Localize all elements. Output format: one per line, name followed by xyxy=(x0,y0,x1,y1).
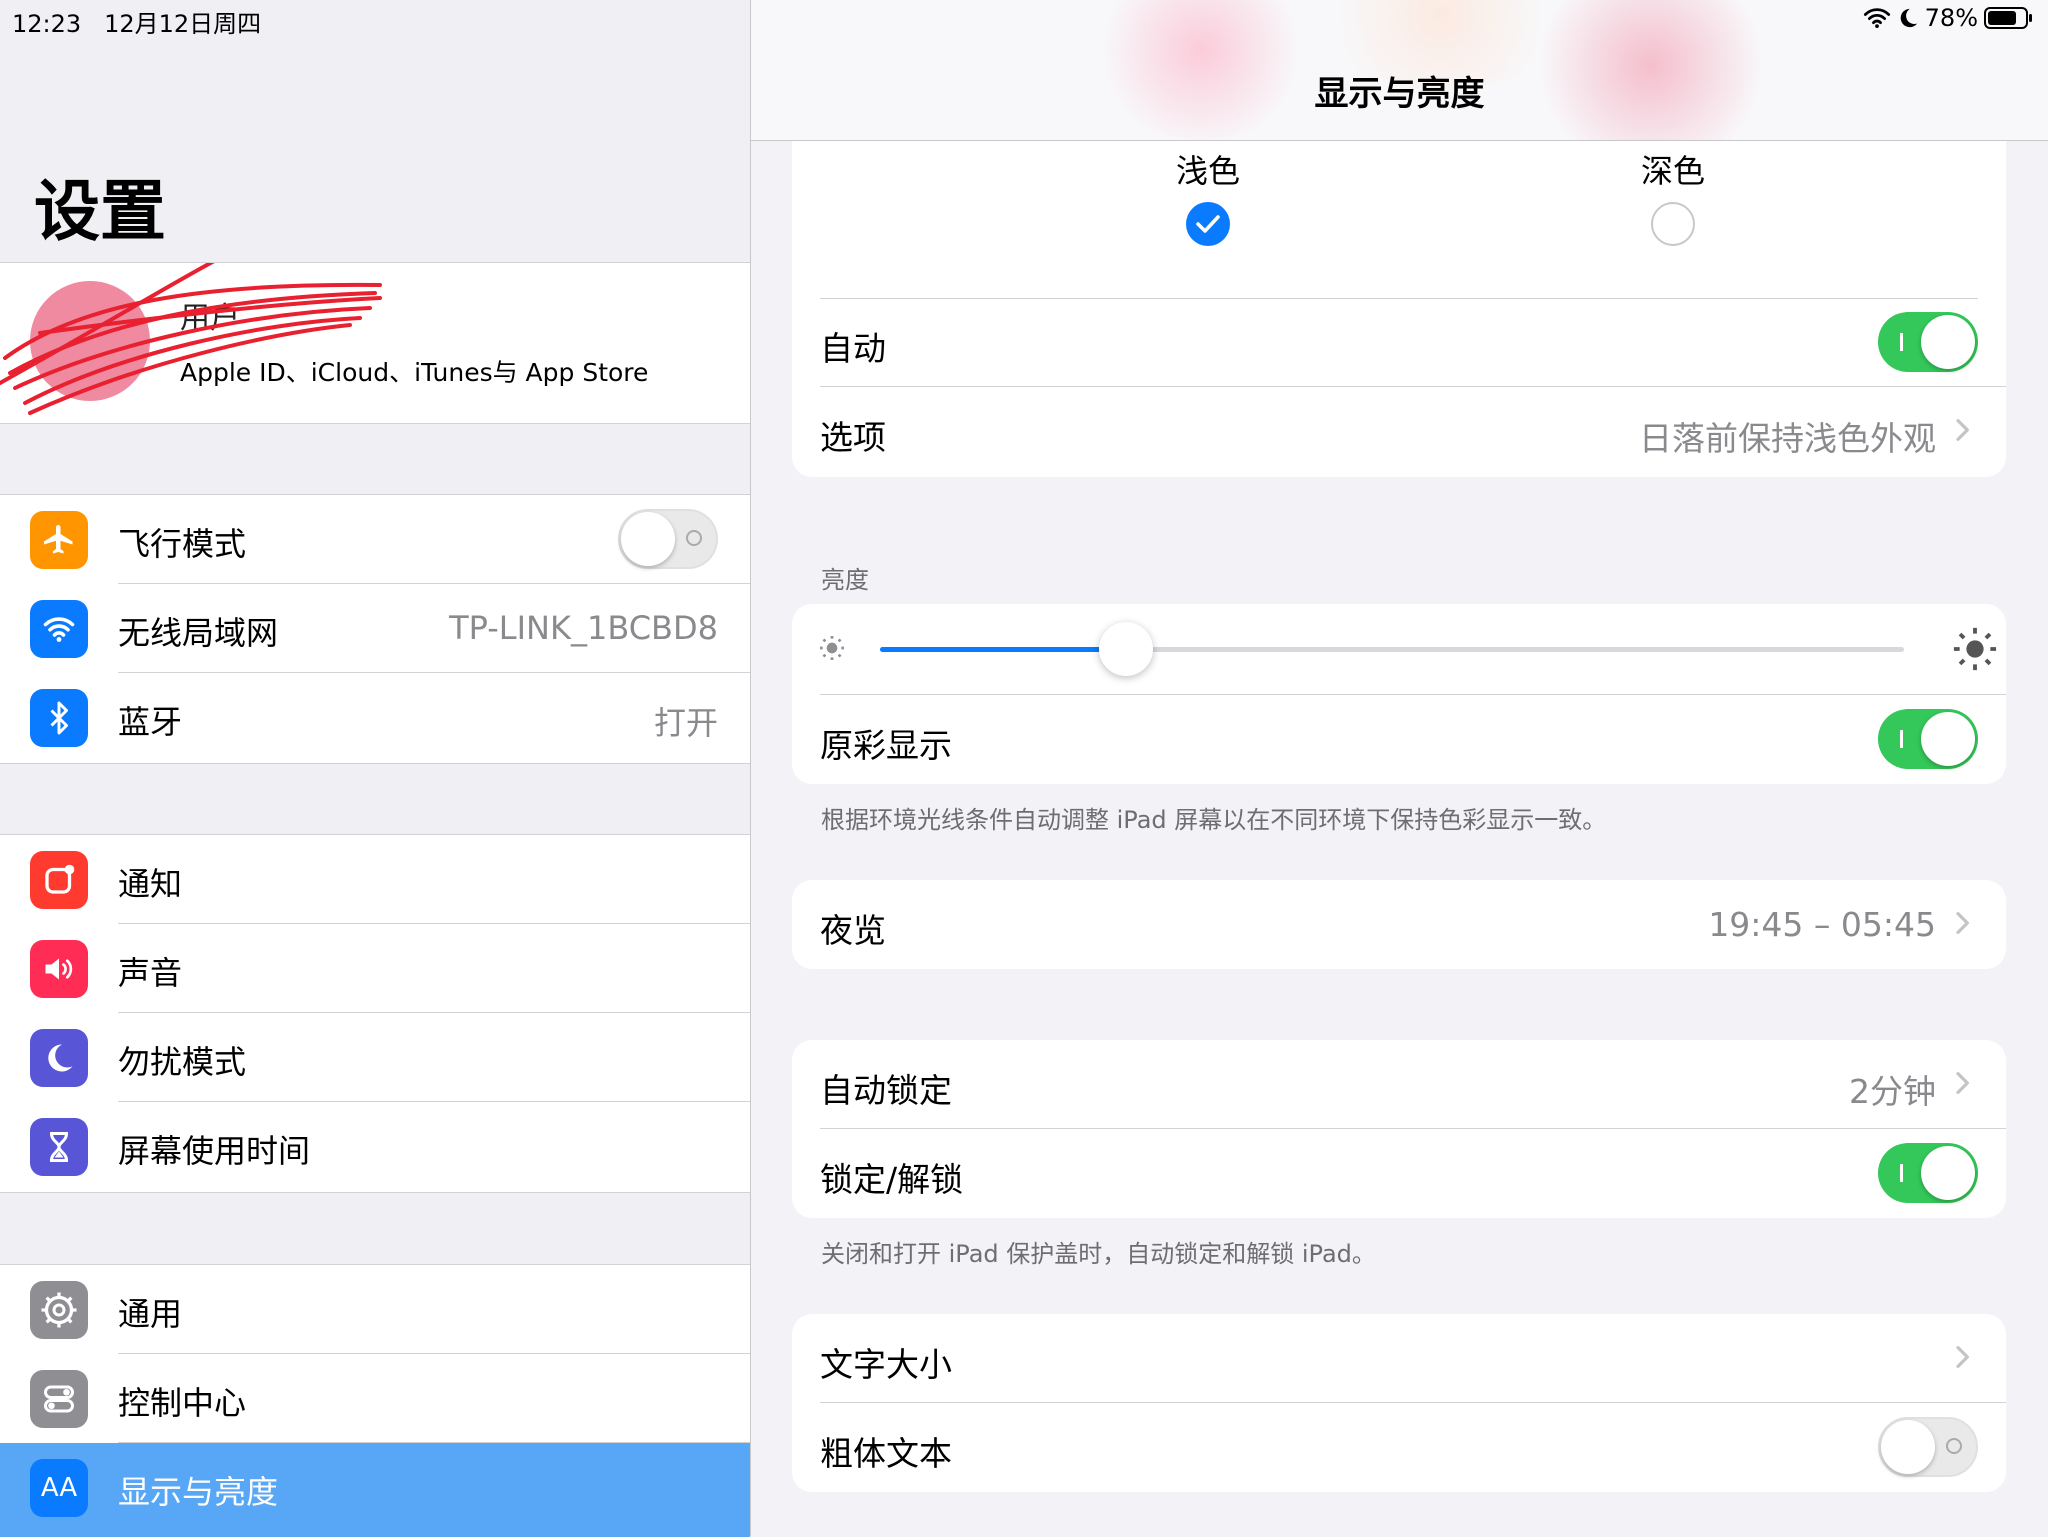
status-indicators: 78% xyxy=(1863,4,2034,32)
wifi-status-icon xyxy=(1863,8,1890,29)
bluetooth-icon xyxy=(30,689,88,747)
sidebar-item-label: 勿扰模式 xyxy=(118,1043,247,1081)
gear-icon xyxy=(30,1281,88,1339)
auto-appearance-toggle[interactable] xyxy=(1878,312,1978,372)
true-tone-caption: 根据环境光线条件自动调整 iPad 屏幕以在不同环境下保持色彩显示一致。 xyxy=(821,806,1607,834)
sidebar-item-label: 通知 xyxy=(118,865,183,903)
nav-title: 显示与亮度 xyxy=(1314,74,1485,114)
checkmark-icon xyxy=(1196,215,1220,233)
true-tone-row: 原彩显示 xyxy=(792,695,2006,784)
text-card: 文字大小 粗体文本 xyxy=(792,1314,2006,1492)
text-size-label: 文字大小 xyxy=(820,1345,952,1384)
bluetooth-status: 打开 xyxy=(653,704,718,742)
chevron-right-icon xyxy=(1956,419,1969,441)
text-size-row[interactable]: 文字大小 xyxy=(792,1314,2006,1403)
bold-text-row: 粗体文本 xyxy=(792,1403,2006,1492)
true-tone-toggle[interactable] xyxy=(1878,709,1978,769)
sidebar-item-notifications[interactable]: 通知 xyxy=(0,835,750,924)
control-center-icon xyxy=(30,1370,88,1428)
sidebar-item-airplane[interactable]: 飞行模式 xyxy=(0,495,750,584)
chevron-right-icon xyxy=(1956,912,1969,934)
sidebar-item-label: 飞行模式 xyxy=(118,525,247,563)
lock-card: 自动锁定 2分钟 锁定/解锁 xyxy=(792,1040,2006,1218)
redaction-scribble xyxy=(0,263,382,415)
sidebar-item-sounds[interactable]: 声音 xyxy=(0,924,750,1013)
auto-appearance-label: 自动 xyxy=(820,329,886,368)
light-mode-label: 浅色 xyxy=(1175,152,1240,190)
apple-id-profile[interactable]: 用户 Apple ID、iCloud、iTunes与 App Store xyxy=(0,262,750,424)
brightness-header: 亮度 xyxy=(821,566,869,594)
toggle-off-glyph xyxy=(686,530,702,546)
brightness-slider-row xyxy=(792,604,2006,695)
lock-unlock-label: 锁定/解锁 xyxy=(820,1160,964,1199)
wifi-network-name: TP-LINK_1BCBD8 xyxy=(449,609,718,647)
lock-unlock-row: 锁定/解锁 xyxy=(792,1129,2006,1218)
lock-unlock-toggle[interactable] xyxy=(1878,1143,1978,1203)
sidebar-item-label: 声音 xyxy=(118,954,183,992)
detail-pane: 浅色 深色 自动 选项 日落前保持浅色外观 亮度 原彩显示 根据环境光线条件自动… xyxy=(751,0,2048,1536)
sidebar-item-label: 显示与亮度 xyxy=(118,1473,279,1511)
bold-text-label: 粗体文本 xyxy=(820,1434,952,1473)
brightness-slider-thumb[interactable] xyxy=(1099,622,1153,676)
toggle-knob xyxy=(621,512,675,566)
settings-sidebar: 12:23 12月12日周四 设置 用户 Apple ID、iCloud、iTu… xyxy=(0,0,751,1537)
airplane-toggle[interactable] xyxy=(618,509,718,569)
sidebar-item-label: 蓝牙 xyxy=(118,703,183,741)
sidebar-item-display-brightness[interactable]: AA 显示与亮度 xyxy=(0,1443,750,1537)
night-shift-row[interactable]: 夜览 19:45 – 05:45 xyxy=(792,880,2006,969)
brightness-card: 原彩显示 xyxy=(792,604,2006,784)
sidebar-item-bluetooth[interactable]: 蓝牙 打开 xyxy=(0,673,750,762)
appearance-options-row[interactable]: 选项 日落前保持浅色外观 xyxy=(792,387,2006,476)
notifications-icon xyxy=(30,851,88,909)
brightness-slider-fill xyxy=(880,647,1126,652)
auto-appearance-row: 自动 xyxy=(792,298,2006,387)
sun-small-icon xyxy=(820,636,844,660)
night-shift-label: 夜览 xyxy=(820,911,886,950)
notifications-group: 通知 声音 勿扰模式 屏幕使用时间 xyxy=(0,834,750,1193)
sidebar-item-control-center[interactable]: 控制中心 xyxy=(0,1354,750,1443)
sidebar-item-label: 控制中心 xyxy=(118,1384,247,1422)
auto-lock-label: 自动锁定 xyxy=(820,1071,952,1110)
dark-mode-radio[interactable] xyxy=(1651,202,1695,246)
sidebar-item-general[interactable]: 通用 xyxy=(0,1265,750,1354)
auto-lock-row[interactable]: 自动锁定 2分钟 xyxy=(792,1040,2006,1129)
connectivity-group: 飞行模式 无线局域网 TP-LINK_1BCBD8 蓝牙 打开 xyxy=(0,494,750,764)
night-shift-schedule: 19:45 – 05:45 xyxy=(1708,905,1936,944)
battery-percentage: 78% xyxy=(1924,4,1978,32)
sidebar-item-label: 屏幕使用时间 xyxy=(118,1132,311,1170)
status-clock: 12:23 xyxy=(12,10,82,38)
airplane-icon xyxy=(30,511,88,569)
moon-status-icon xyxy=(1900,8,1917,28)
night-shift-card: 夜览 19:45 – 05:45 xyxy=(792,880,2006,969)
status-time: 12:23 12月12日周四 xyxy=(12,4,261,39)
lock-caption: 关闭和打开 iPad 保护盖时，自动锁定和解锁 iPad。 xyxy=(821,1240,1376,1268)
light-mode-checkmark[interactable] xyxy=(1186,202,1230,246)
status-date: 12月12日周四 xyxy=(104,10,262,38)
auto-lock-value: 2分钟 xyxy=(1849,1072,1936,1111)
bold-text-toggle[interactable] xyxy=(1878,1417,1978,1477)
page-title: 设置 xyxy=(34,173,166,250)
dark-mode-label: 深色 xyxy=(1640,152,1705,190)
sidebar-item-label: 通用 xyxy=(118,1295,183,1333)
appearance-card: 浅色 深色 自动 选项 日落前保持浅色外观 xyxy=(792,120,2006,477)
sidebar-item-do-not-disturb[interactable]: 勿扰模式 xyxy=(0,1013,750,1102)
appearance-options-label: 选项 xyxy=(820,418,886,457)
sun-large-icon xyxy=(1953,627,1997,671)
navigation-bar: 显示与亮度 78% xyxy=(751,0,2048,141)
sidebar-item-screen-time[interactable]: 屏幕使用时间 xyxy=(0,1102,750,1191)
moon-icon xyxy=(30,1029,88,1087)
true-tone-label: 原彩显示 xyxy=(820,726,952,765)
appearance-options-value: 日落前保持浅色外观 xyxy=(1639,419,1936,458)
hourglass-icon xyxy=(30,1118,88,1176)
chevron-right-icon xyxy=(1956,1072,1969,1094)
brightness-slider[interactable] xyxy=(880,622,1904,676)
sidebar-item-label: 无线局域网 xyxy=(118,614,279,652)
general-group: 通用 控制中心 AA 显示与亮度 xyxy=(0,1264,750,1537)
wifi-icon xyxy=(30,600,88,658)
display-icon: AA xyxy=(30,1459,88,1517)
sidebar-item-wifi[interactable]: 无线局域网 TP-LINK_1BCBD8 xyxy=(0,584,750,673)
battery-icon xyxy=(1984,7,2032,29)
sound-icon xyxy=(30,940,88,998)
chevron-right-icon xyxy=(1956,1346,1969,1368)
